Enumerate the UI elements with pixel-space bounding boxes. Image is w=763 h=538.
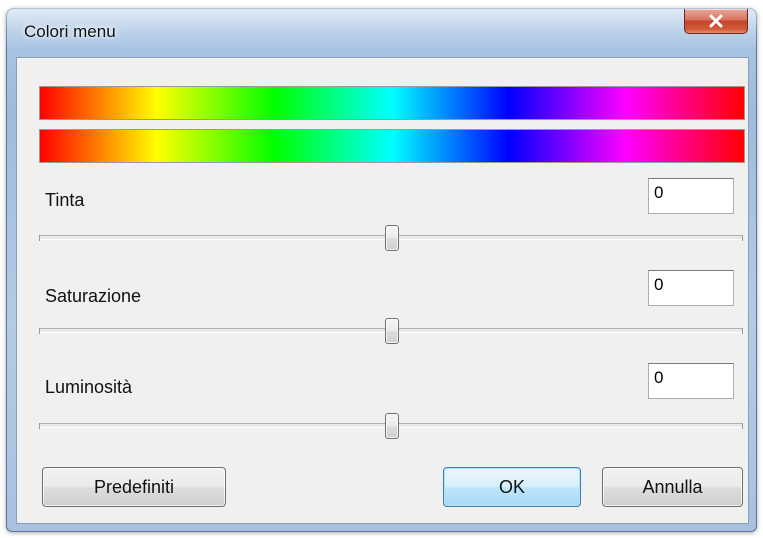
saturation-slider[interactable]	[39, 318, 743, 344]
luminosity-slider[interactable]	[39, 413, 743, 439]
saturation-value-input[interactable]: 0	[648, 270, 734, 306]
window-title: Colori menu	[24, 22, 116, 41]
luminosity-slider-max-tick	[742, 423, 743, 429]
title-bar[interactable]: Colori menu	[6, 8, 757, 54]
hue-slider-thumb[interactable]	[385, 225, 399, 251]
luminosity-slider-min-tick	[39, 423, 40, 429]
cancel-button[interactable]: Annulla	[602, 467, 743, 507]
hue-slider-min-tick	[39, 235, 40, 241]
ok-button[interactable]: OK	[443, 467, 581, 507]
hue-spectrum-reference	[39, 86, 745, 120]
close-button[interactable]	[684, 9, 748, 34]
hue-value-input[interactable]: 0	[648, 178, 734, 214]
saturation-label: Saturazione	[45, 286, 142, 306]
hue-slider[interactable]	[39, 225, 743, 251]
saturation-slider-thumb[interactable]	[385, 318, 399, 344]
defaults-button[interactable]: Predefiniti	[42, 467, 226, 507]
close-icon	[709, 14, 723, 28]
saturation-slider-min-tick	[39, 328, 40, 334]
luminosity-label: Luminosità	[45, 377, 133, 397]
dialog-window: Colori menu Tinta 0 Saturazione 0 Lumino…	[6, 8, 757, 532]
hue-spectrum-preview	[39, 129, 745, 163]
hue-slider-max-tick	[742, 235, 743, 241]
dialog-client-area: Tinta 0 Saturazione 0 Luminosità 0 Prede…	[16, 57, 749, 524]
luminosity-slider-thumb[interactable]	[385, 413, 399, 439]
luminosity-value-input[interactable]: 0	[648, 363, 734, 399]
hue-label: Tinta	[45, 190, 85, 210]
saturation-slider-max-tick	[742, 328, 743, 334]
